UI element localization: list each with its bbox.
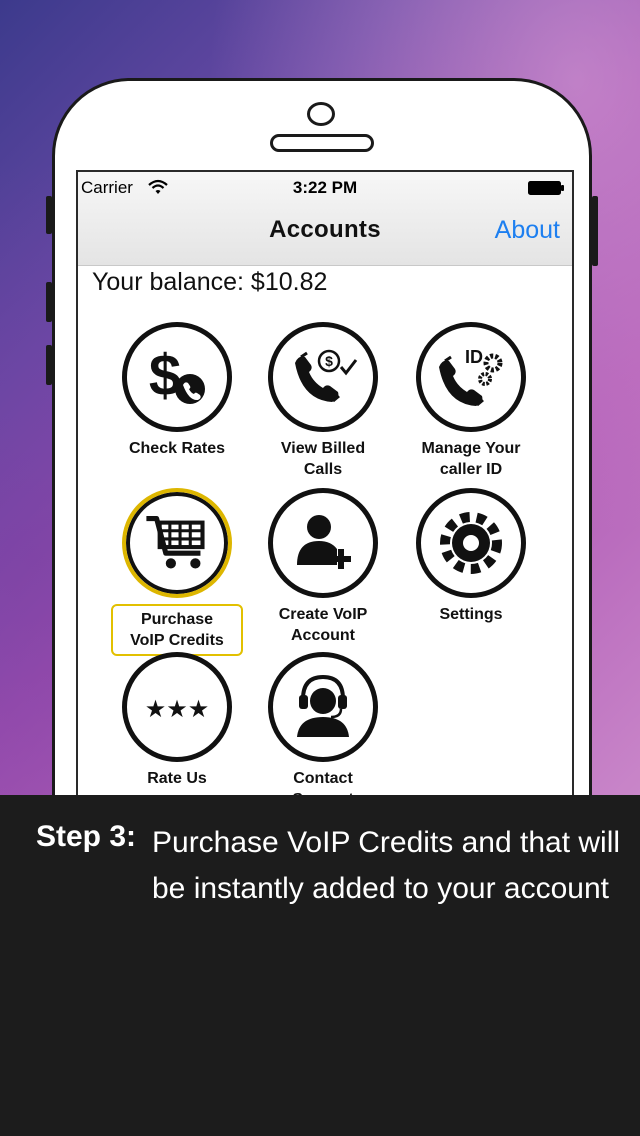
rate-us-tile[interactable]: ★★★ Rate Us [102,652,252,789]
purchase-credits-tile[interactable]: Purchase VoIP Credits [102,488,252,656]
gear-icon[interactable] [416,488,526,598]
svg-text:ID: ID [465,347,483,367]
app-screen: Carrier 3:22 PM Accounts About Your bala… [76,170,574,810]
status-time: 3:22 PM [292,178,358,197]
create-voip-account-tile[interactable]: Create VoIP Account [248,488,398,646]
step-description: Purchase VoIP Credits and that will be i… [152,826,621,905]
manage-caller-id-label: Manage Your caller ID [421,440,521,478]
settings-tile[interactable]: Settings [396,488,546,625]
power-button [592,196,598,266]
settings-label: Settings [439,606,503,623]
create-voip-account-label: Create VoIP Account [278,606,368,644]
three-stars-icon[interactable]: ★★★ [122,652,232,762]
view-billed-calls-tile[interactable]: $ View Billed Calls [248,322,398,480]
step-label: Step 3: [36,820,137,853]
purchase-credits-label: Purchase VoIP Credits [111,604,243,656]
add-user-icon[interactable] [268,488,378,598]
balance-label: Your balance: $10.82 [92,268,328,296]
manage-caller-id-tile[interactable]: ID Manage Your caller ID [396,322,546,480]
caller-id-settings-icon[interactable]: ID [416,322,526,432]
shopping-cart-icon[interactable] [122,488,232,598]
view-billed-calls-label: View Billed Calls [280,440,366,478]
earpiece-speaker [270,134,374,152]
headset-agent-icon[interactable] [268,652,378,762]
svg-text:$: $ [325,353,333,369]
battery-icon [528,181,564,195]
dollar-phone-icon[interactable]: $ [122,322,232,432]
phone-receipt-icon[interactable]: $ [268,322,378,432]
svg-text:$: $ [149,343,181,408]
navigation-bar: Carrier 3:22 PM Accounts About [78,172,572,266]
svg-text:★★★: ★★★ [145,695,210,723]
front-camera [307,102,335,126]
rate-us-label: Rate Us [147,770,207,787]
about-button[interactable]: About [495,216,560,245]
contact-support-tile[interactable]: Contact Support [248,652,398,808]
check-rates-label: Check Rates [128,440,226,457]
check-rates-tile[interactable]: $ Check Rates [102,322,252,459]
